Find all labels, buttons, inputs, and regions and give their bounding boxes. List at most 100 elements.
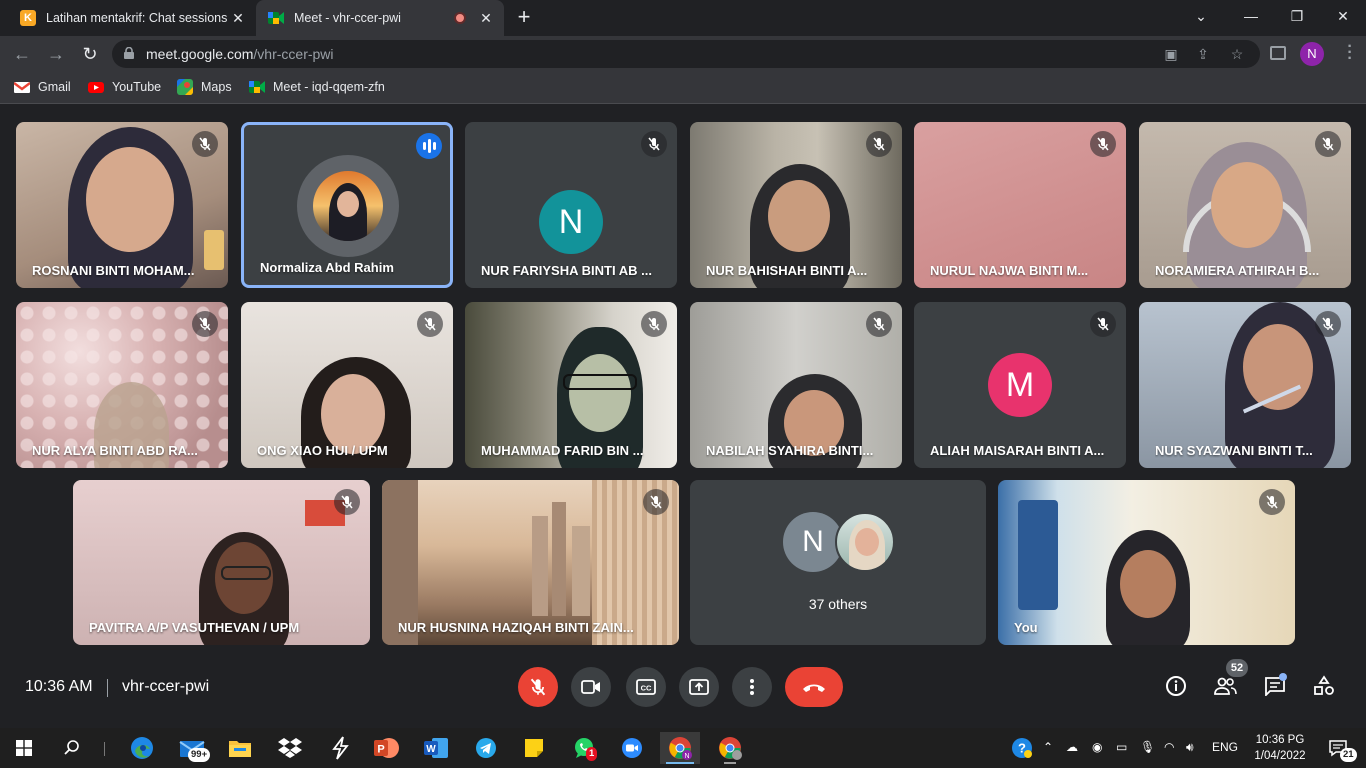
battery-icon[interactable]: ▭	[1116, 740, 1127, 754]
avatar: M	[988, 353, 1052, 417]
tab-search-icon[interactable]: ⌄	[1178, 0, 1224, 32]
bookmark-label: Meet - iqd-qqem-zfn	[273, 80, 385, 94]
avatar	[313, 171, 383, 241]
gmail-icon	[14, 82, 30, 93]
sticky-notes-button[interactable]	[514, 732, 554, 764]
address-bar[interactable]: meet.google.com/vhr-ccer-pwi ▣ ⇪ ☆	[112, 40, 1260, 68]
participant-name: NUR FARIYSHA BINTI AB ...	[481, 263, 652, 278]
participant-tile[interactable]: NUR HUSNINA HAZIQAH BINTI ZAIN...	[382, 480, 679, 645]
bookmark-youtube[interactable]: YouTube	[88, 79, 161, 95]
notification-count: 21	[1340, 748, 1357, 762]
file-explorer-button[interactable]	[220, 732, 260, 764]
powerpoint-button[interactable]: P	[366, 732, 406, 764]
activities-button[interactable]	[1311, 673, 1337, 699]
participant-tile[interactable]: NORAMIERA ATHIRAH B...	[1139, 122, 1351, 288]
edge-taskbar-button[interactable]	[122, 732, 162, 764]
mic-toggle-button[interactable]	[518, 667, 558, 707]
telegram-button[interactable]	[466, 732, 506, 764]
webcam-icon[interactable]: ◉	[1092, 740, 1102, 754]
present-icon	[689, 679, 709, 695]
mic-off-icon	[417, 311, 443, 337]
side-panel-icon[interactable]	[1270, 46, 1286, 60]
more-vert-icon	[750, 679, 754, 695]
share-icon[interactable]: ⇪	[1194, 45, 1212, 63]
back-icon[interactable]: ←	[10, 42, 34, 66]
end-call-icon	[803, 684, 825, 692]
restore-button[interactable]: ❐	[1274, 0, 1320, 32]
onedrive-icon[interactable]: ☁	[1066, 740, 1078, 754]
help-tray-button[interactable]: ?	[1004, 732, 1040, 764]
chrome-taskbar-button[interactable]: N	[660, 732, 700, 764]
captions-button[interactable]: CC	[626, 667, 666, 707]
more-options-button[interactable]	[732, 667, 772, 707]
mail-taskbar-button[interactable]: 99+	[172, 732, 212, 764]
participant-tile[interactable]: NURUL NAJWA BINTI M...	[914, 122, 1126, 288]
participant-tile[interactable]: NABILAH SYAHIRA BINTI...	[690, 302, 902, 468]
tab-latihan[interactable]: K Latihan mentakrif: Chat sessions ✕	[8, 0, 256, 36]
participant-tile[interactable]: M ALIAH MAISARAH BINTI A...	[914, 302, 1126, 468]
close-window-button[interactable]: ✕	[1320, 0, 1366, 32]
meeting-code: vhr-ccer-pwi	[122, 678, 210, 695]
participant-tile[interactable]: ROSNANI BINTI MOHAM...	[16, 122, 228, 288]
new-tab-button[interactable]: +	[512, 6, 536, 30]
microphone-icon[interactable]: 🎙︎	[1140, 740, 1155, 754]
participant-tile[interactable]: N NUR FARIYSHA BINTI AB ...	[465, 122, 677, 288]
leave-call-button[interactable]	[785, 667, 843, 707]
volume-icon[interactable]: 🔊︎	[1186, 740, 1194, 755]
browser-menu-icon[interactable]: · · ·	[1344, 39, 1356, 67]
participant-tile[interactable]: NUR BAHISHAH BINTI A...	[690, 122, 902, 288]
app-taskbar-button[interactable]	[320, 732, 360, 764]
avatar: N	[539, 190, 603, 254]
close-tab-icon[interactable]: ✕	[476, 10, 496, 27]
bookmark-maps[interactable]: Maps	[177, 79, 232, 95]
tab-meet[interactable]: Meet - vhr-ccer-pwi ✕	[256, 0, 504, 36]
meet-favicon-icon	[268, 10, 284, 26]
word-icon: W	[424, 738, 448, 758]
camera-blocked-icon[interactable]: ▣	[1162, 45, 1180, 63]
tab-title: Meet - vhr-ccer-pwi	[294, 11, 401, 25]
avatar: N	[783, 512, 843, 572]
profile-avatar[interactable]: N	[1300, 42, 1324, 66]
mic-off-icon	[1315, 131, 1341, 157]
bookmark-star-icon[interactable]: ☆	[1228, 45, 1246, 63]
participant-name: ONG XIAO HUI / UPM	[257, 443, 388, 458]
minimize-button[interactable]: —	[1228, 0, 1274, 32]
captions-icon: CC	[636, 679, 656, 695]
start-button[interactable]	[4, 732, 44, 764]
windows-logo-icon	[16, 740, 32, 756]
participant-tile-speaking[interactable]: Normaliza Abd Rahim	[241, 122, 453, 288]
dropbox-button[interactable]	[270, 732, 310, 764]
self-tile[interactable]: You	[998, 480, 1295, 645]
present-screen-button[interactable]	[679, 667, 719, 707]
participant-tile[interactable]: MUHAMMAD FARID BIN ...	[465, 302, 677, 468]
camera-toggle-button[interactable]	[571, 667, 611, 707]
mic-off-icon	[530, 678, 546, 696]
close-tab-icon[interactable]: ✕	[228, 10, 248, 27]
word-button[interactable]: W	[416, 732, 456, 764]
mail-badge: 99+	[188, 748, 211, 762]
reload-icon[interactable]: ↻	[78, 42, 102, 66]
others-tile[interactable]: N 37 others	[690, 480, 986, 645]
meeting-time: 10:36 AM	[25, 678, 93, 695]
participant-tile[interactable]: ONG XIAO HUI / UPM	[241, 302, 453, 468]
wifi-icon[interactable]: ◠	[1164, 740, 1174, 754]
show-hidden-icons[interactable]: ⌃	[1043, 740, 1053, 754]
zoom-button[interactable]	[612, 732, 652, 764]
folder-icon	[229, 741, 251, 757]
whatsapp-button[interactable]: 1	[564, 732, 604, 764]
search-button[interactable]	[52, 732, 92, 764]
participant-tile[interactable]: NUR ALYA BINTI ABD RA...	[16, 302, 228, 468]
bookmark-meet[interactable]: Meet - iqd-qqem-zfn	[249, 79, 385, 95]
participant-tile[interactable]: PAVITRA A/P VASUTHEVAN / UPM	[73, 480, 370, 645]
notifications-button[interactable]: 21	[1318, 732, 1358, 764]
bookmark-gmail[interactable]: Gmail	[14, 79, 71, 95]
chrome-second-button[interactable]	[710, 732, 750, 764]
input-language[interactable]: ENG	[1212, 740, 1238, 754]
mic-off-icon	[1315, 311, 1341, 337]
taskbar-clock[interactable]: 10:36 PG 1/04/2022	[1252, 732, 1308, 764]
divider	[104, 742, 105, 756]
bookmarks-bar: Gmail YouTube Maps Meet - iqd-qqem-zfn	[0, 72, 1366, 104]
meeting-details-button[interactable]	[1163, 673, 1189, 699]
forward-icon[interactable]: →	[44, 42, 68, 66]
participant-tile[interactable]: NUR SYAZWANI BINTI T...	[1139, 302, 1351, 468]
